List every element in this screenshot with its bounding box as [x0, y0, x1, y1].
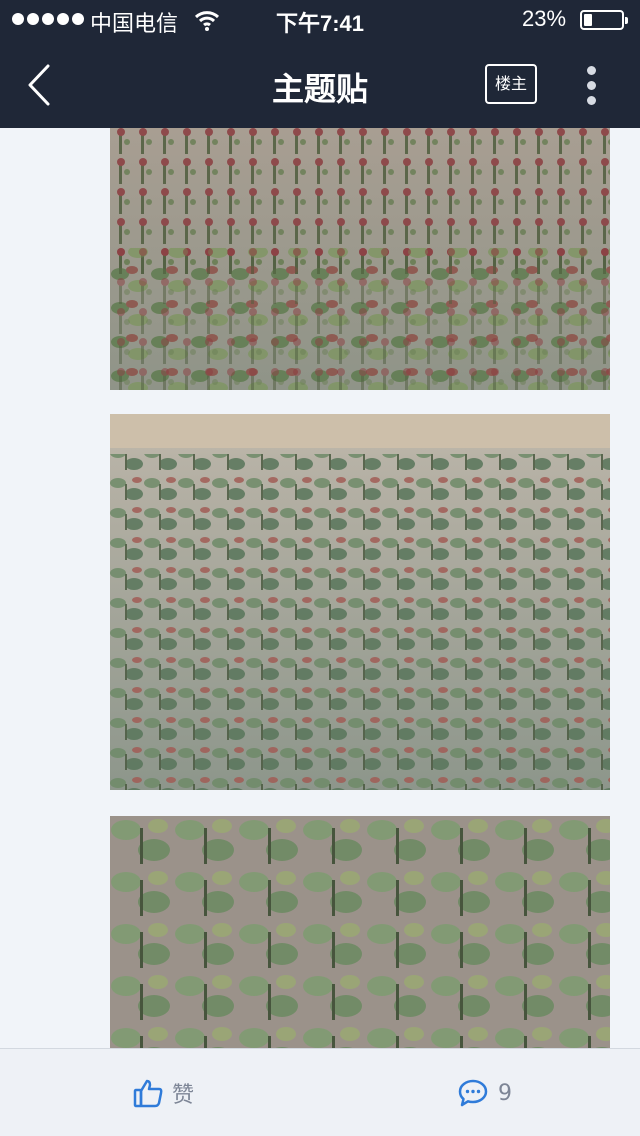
comment-button[interactable]: 9	[458, 1075, 512, 1111]
thumbs-up-icon	[133, 1079, 163, 1108]
post-photo-1[interactable]	[110, 128, 610, 390]
status-bar: 中国电信 下午7:41 23%	[0, 0, 640, 40]
page-title: 主题贴	[271, 70, 368, 108]
top-header: 中国电信 下午7:41 23% 主题贴 楼主	[0, 0, 640, 128]
back-chevron-icon[interactable]	[22, 62, 58, 108]
only-op-button[interactable]: 楼主	[485, 64, 537, 104]
like-button[interactable]: 赞	[132, 1075, 194, 1111]
post-photo-2[interactable]	[110, 414, 610, 790]
battery-icon	[580, 10, 628, 30]
battery-fill	[584, 14, 592, 26]
comment-bubble-icon	[458, 1079, 488, 1107]
more-vertical-icon[interactable]	[582, 64, 602, 106]
nav-bar: 主题贴 楼主	[0, 40, 640, 128]
bottom-action-bar: 赞 9	[0, 1048, 640, 1136]
battery-percent: 23%	[522, 6, 567, 31]
post-content	[0, 128, 640, 1048]
post-photo-3[interactable]	[110, 816, 610, 1048]
like-label: 赞	[172, 1083, 195, 1108]
comment-count: 9	[498, 1080, 512, 1106]
